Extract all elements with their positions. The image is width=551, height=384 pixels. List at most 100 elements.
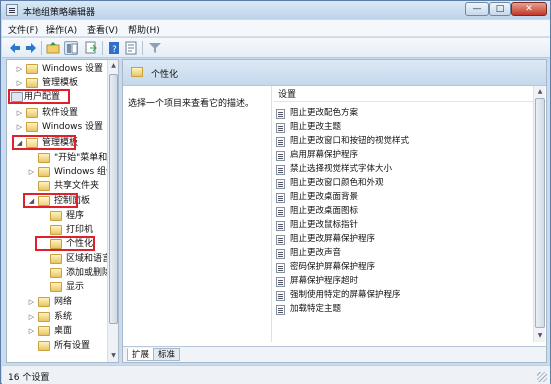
policy-setting-icon [276, 151, 285, 161]
tree-item-label: 显示 [66, 282, 85, 292]
tree-item-label: 用户配置 [24, 92, 61, 102]
folder-icon [38, 181, 50, 191]
policy-setting-icon [276, 207, 285, 217]
policy-setting-icon [276, 263, 285, 273]
help-book-icon[interactable]: ? [107, 41, 121, 55]
policy-setting-icon [276, 221, 285, 231]
folder-icon [50, 282, 62, 292]
forward-arrow-icon[interactable] [24, 41, 38, 55]
policy-setting-icon [276, 235, 285, 245]
filter-icon[interactable] [148, 41, 162, 55]
tree-item-label: 共享文件夹 [54, 181, 100, 191]
expand-arrow-icon[interactable]: ▷ [28, 298, 35, 306]
menu-help[interactable]: 帮助(H) [128, 23, 160, 36]
folder-icon [38, 196, 50, 206]
minimize-button[interactable]: — [465, 2, 489, 16]
tree-item-label: 控制面板 [54, 196, 91, 206]
setting-label: 禁止选择视觉样式字体大小 [290, 164, 393, 174]
tab-extended[interactable]: 扩展 [127, 348, 155, 361]
description-text: 选择一个项目来查看它的描述。 [128, 99, 255, 109]
policy-setting-icon [276, 165, 285, 175]
close-button[interactable]: ✕ [511, 2, 547, 16]
scroll-up-icon[interactable]: ▲ [534, 86, 546, 98]
svg-text:?: ? [112, 45, 117, 55]
tree-item-label: 程序 [66, 211, 85, 221]
expand-arrow-icon[interactable]: ▷ [16, 65, 23, 73]
tree-item-label: 桌面 [54, 326, 73, 336]
folder-icon [26, 78, 38, 88]
title-bar[interactable]: 本地组策略编辑器 — □ ✕ [1, 1, 550, 19]
toolbar-separator [102, 41, 103, 55]
policy-setting-icon [276, 109, 285, 119]
tree-scrollbar[interactable]: ▲ ▼ [107, 60, 118, 362]
tab-standard[interactable]: 标准 [153, 348, 181, 361]
tree-item-label: 所有设置 [54, 341, 91, 351]
up-folder-icon[interactable] [46, 41, 60, 55]
menu-bar: 文件(F) 操作(A) 查看(V) 帮助(H) [2, 20, 550, 37]
export-list-icon[interactable] [84, 41, 98, 55]
tree-scroll-thumb[interactable] [109, 74, 118, 324]
tree-item-label: 个性化 [66, 239, 94, 249]
setting-label: 阻止更改配色方案 [290, 108, 359, 118]
maximize-button[interactable]: □ [489, 2, 511, 16]
expand-arrow-icon[interactable]: ▷ [16, 79, 23, 87]
details-scroll-thumb[interactable] [535, 98, 545, 328]
setting-label: 强制使用特定的屏幕保护程序 [290, 290, 401, 300]
expand-arrow-icon[interactable]: ▷ [16, 123, 23, 131]
tree-item-label: 软件设置 [42, 108, 79, 118]
menu-action[interactable]: 操作(A) [46, 23, 77, 36]
setting-label: 屏幕保护程序超时 [290, 276, 359, 286]
collapse-arrow-icon[interactable]: ◢ [16, 139, 23, 147]
setting-label: 加载特定主题 [290, 304, 342, 314]
main-window: 本地组策略编辑器 — □ ✕ 文件(F) 操作(A) 查看(V) 帮助(H) ?… [0, 0, 551, 384]
folder-icon [38, 326, 50, 336]
setting-label: 阻止更改窗口和按钮的视觉样式 [290, 136, 410, 146]
menu-view[interactable]: 查看(V) [87, 23, 118, 36]
tree-pane: ▷ Windows 设置 ▷ 管理模板 用户配置 ▷ 软件设置 ▷ Windows 设置 ◢ 管理模… [6, 59, 119, 363]
folder-icon [26, 138, 38, 148]
resize-grip-icon[interactable] [537, 372, 547, 382]
expand-arrow-icon[interactable]: ▷ [28, 168, 35, 176]
folder-icon [38, 297, 50, 307]
scroll-down-icon[interactable]: ▼ [108, 350, 119, 362]
collapse-arrow-icon[interactable]: ◢ [28, 197, 35, 205]
properties-icon[interactable] [124, 41, 138, 55]
setting-label: 阻止更改屏幕保护程序 [290, 234, 376, 244]
menu-file[interactable]: 文件(F) [8, 23, 38, 36]
folder-icon [131, 67, 143, 77]
setting-label: 启用屏幕保护程序 [290, 150, 359, 160]
setting-label: 阻止更改桌面图标 [290, 206, 359, 216]
details-pane: 个性化 选择一个项目来查看它的描述。 设置 阻止更改配色方案 阻止更改主题 阻止更改… [122, 59, 547, 363]
back-arrow-icon[interactable] [8, 41, 22, 55]
tree-item-label: Windows 设置 [42, 122, 104, 132]
expand-arrow-icon[interactable]: ▷ [16, 109, 23, 117]
folder-icon [50, 254, 62, 264]
scroll-down-icon[interactable]: ▼ [534, 330, 546, 342]
folder-icon [38, 341, 50, 351]
tree-item-label: 区域和语言 [66, 254, 112, 264]
tree-item-label: 系统 [54, 312, 73, 322]
tree-item-label: Windows 组件 [54, 167, 116, 177]
folder-icon [26, 122, 38, 132]
details-scrollbar[interactable]: ▲ ▼ [533, 86, 545, 342]
policy-setting-icon [276, 193, 285, 203]
folder-icon [38, 153, 50, 163]
expand-arrow-icon[interactable]: ▷ [28, 327, 35, 335]
tree-item-label: Windows 设置 [42, 64, 104, 74]
show-hide-tree-icon[interactable] [64, 41, 78, 55]
details-title: 个性化 [151, 70, 179, 80]
status-text: 16 个设置 [8, 373, 50, 383]
tree-item-label: 管理模板 [42, 78, 79, 88]
scroll-up-icon[interactable]: ▲ [108, 60, 119, 72]
setting-label: 阻止更改桌面背景 [290, 192, 359, 202]
tree-item-label: 添加或删除 [66, 268, 112, 278]
policy-setting-icon [276, 137, 285, 147]
view-tabs: 扩展 标准 [123, 346, 546, 362]
tree-item-label: "开始"菜单和 [54, 153, 108, 163]
details-header: 个性化 [123, 60, 546, 86]
expand-arrow-icon[interactable]: ▷ [28, 313, 35, 321]
setting-label: 阻止更改声音 [290, 248, 342, 258]
setting-label: 阻止更改鼠标指针 [290, 220, 359, 230]
setting-label: 密码保护屏幕保护程序 [290, 262, 376, 272]
column-header-setting[interactable]: 设置 [274, 88, 546, 102]
